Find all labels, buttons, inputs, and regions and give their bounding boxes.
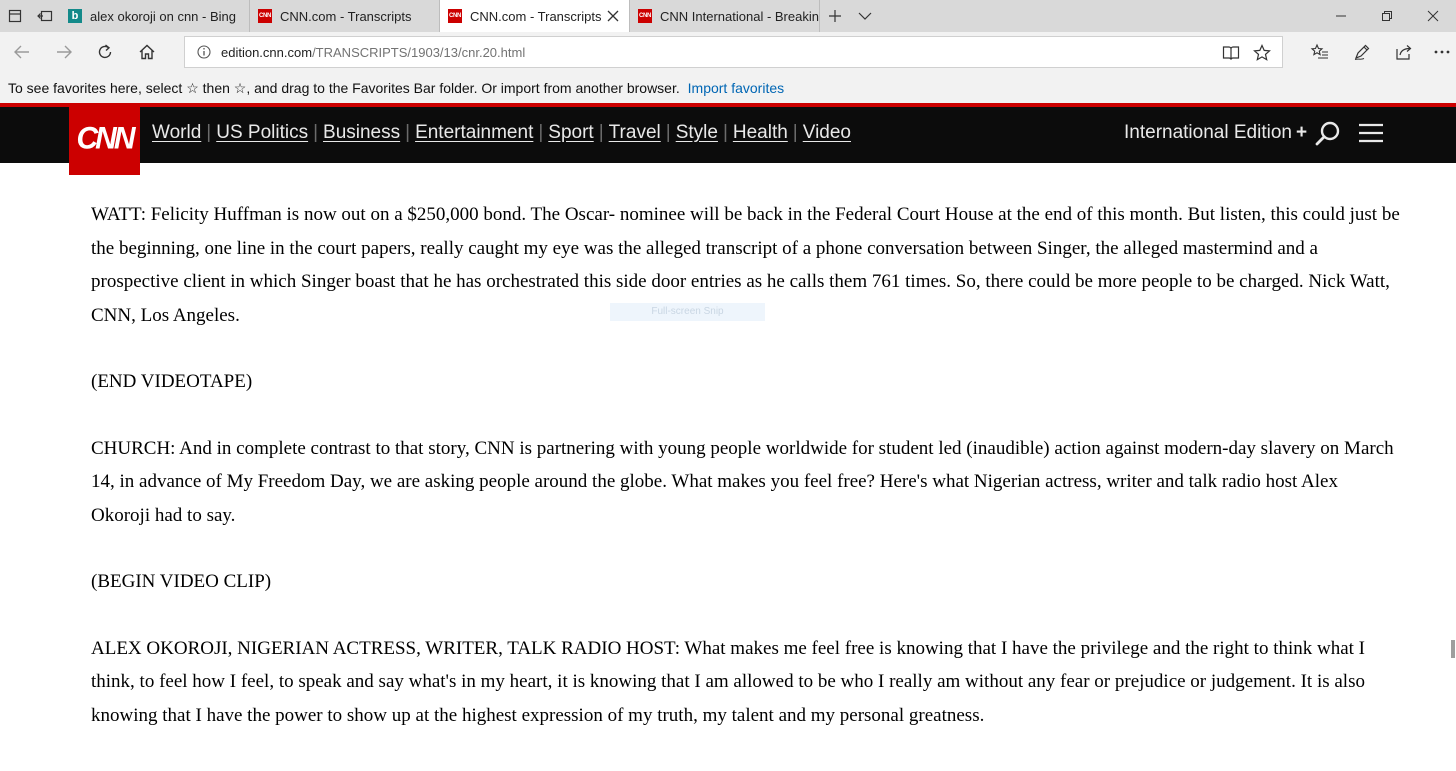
nav-separator: | bbox=[665, 122, 671, 143]
search-icon[interactable] bbox=[1314, 120, 1342, 148]
tab-cnn-transcripts[interactable]: CNN CNN.com - Transcripts bbox=[250, 0, 440, 32]
cnn-icon: CNN bbox=[258, 9, 272, 23]
snip-overlay-label: Full-screen Snip bbox=[610, 303, 765, 321]
nav-link-health[interactable]: Health bbox=[733, 122, 788, 144]
tab-title: CNN.com - Transcripts bbox=[470, 8, 602, 24]
nav-link-world[interactable]: World bbox=[152, 122, 201, 144]
cnn-logo-text: CNN bbox=[76, 121, 136, 156]
transcript-paragraph: ALEX OKOROJI, NIGERIAN ACTRESS, WRITER, … bbox=[91, 637, 1366, 726]
nav-link-video[interactable]: Video bbox=[803, 122, 851, 144]
tab-title: alex okoroji on cnn - Bing bbox=[90, 8, 236, 24]
nav-separator: | bbox=[313, 122, 319, 143]
nav-separator: | bbox=[598, 122, 604, 143]
reading-view-icon[interactable] bbox=[1220, 42, 1242, 64]
nav-separator: | bbox=[206, 122, 212, 143]
tab-title: CNN.com - Transcripts bbox=[280, 8, 412, 24]
scrollbar-thumb[interactable] bbox=[1451, 640, 1455, 658]
edition-label: International Edition bbox=[1124, 122, 1292, 143]
transcript-paragraph: (END VIDEOTAPE) bbox=[91, 371, 253, 392]
tab-actions-icon[interactable] bbox=[0, 0, 30, 32]
more-options-icon[interactable] bbox=[1430, 40, 1454, 64]
tab-strip: b alex okoroji on cnn - Bing CNN CNN.com… bbox=[0, 0, 1456, 32]
share-icon[interactable] bbox=[1392, 40, 1416, 64]
nav-link-style[interactable]: Style bbox=[676, 122, 718, 144]
favorites-hub-icon[interactable] bbox=[1308, 40, 1332, 64]
bing-icon: b bbox=[68, 9, 82, 23]
nav-separator: | bbox=[722, 122, 728, 143]
nav-separator: | bbox=[538, 122, 544, 143]
tab-bing-search[interactable]: b alex okoroji on cnn - Bing bbox=[60, 0, 250, 32]
set-tabs-aside-icon[interactable] bbox=[30, 0, 60, 32]
tab-cnn-transcripts-active[interactable]: CNN CNN.com - Transcripts bbox=[440, 0, 630, 32]
nav-link-travel[interactable]: Travel bbox=[609, 122, 661, 144]
nav-link-entertainment[interactable]: Entertainment bbox=[415, 122, 533, 144]
transcript-body: WATT: Felicity Huffman is now out on a $… bbox=[91, 198, 1401, 765]
import-favorites-link[interactable]: Import favorites bbox=[688, 80, 784, 96]
site-info-icon[interactable] bbox=[197, 45, 211, 59]
nav-separator: | bbox=[792, 122, 798, 143]
cnn-icon: CNN bbox=[638, 9, 652, 23]
address-bar[interactable]: edition.cnn.com/TRANSCRIPTS/1903/13/cnr.… bbox=[184, 36, 1283, 68]
refresh-icon[interactable] bbox=[93, 40, 117, 64]
forward-arrow-icon[interactable] bbox=[52, 40, 76, 64]
edition-selector[interactable]: International Edition + bbox=[1124, 122, 1307, 144]
close-window-icon[interactable] bbox=[1410, 0, 1456, 32]
nav-link-business[interactable]: Business bbox=[323, 122, 400, 144]
edition-plus: + bbox=[1295, 122, 1308, 143]
tab-cnn-international[interactable]: CNN CNN International - Breakin bbox=[630, 0, 820, 32]
url-text: edition.cnn.com/TRANSCRIPTS/1903/13/cnr.… bbox=[221, 45, 525, 60]
tab-preview-chevron-icon[interactable] bbox=[850, 0, 880, 32]
transcript-paragraph: (BEGIN VIDEO CLIP) bbox=[91, 571, 272, 592]
back-arrow-icon[interactable] bbox=[10, 40, 34, 64]
cnn-section-nav: World | US Politics | Business | Entertainm… bbox=[152, 122, 851, 144]
url-path: /TRANSCRIPTS/1903/13/cnr.20.html bbox=[312, 45, 526, 60]
favorites-hint-text: To see favorites here, select ☆ then ☆, … bbox=[8, 80, 680, 96]
new-tab-icon[interactable] bbox=[820, 0, 850, 32]
tab-title: CNN International - Breakin bbox=[660, 8, 819, 24]
cnn-logo[interactable]: CNN bbox=[69, 103, 140, 175]
url-domain: edition.cnn.com bbox=[221, 45, 313, 60]
cnn-icon: CNN bbox=[448, 9, 462, 23]
favorites-bar: To see favorites here, select ☆ then ☆, … bbox=[0, 72, 1456, 103]
favorite-star-icon[interactable] bbox=[1251, 42, 1273, 64]
nav-link-sport[interactable]: Sport bbox=[548, 122, 593, 144]
restore-icon[interactable] bbox=[1364, 0, 1410, 32]
transcript-paragraph: CHURCH: And in complete contrast to that… bbox=[91, 437, 1394, 526]
minimize-icon[interactable] bbox=[1318, 0, 1364, 32]
window-controls bbox=[1318, 0, 1456, 32]
navigation-bar: edition.cnn.com/TRANSCRIPTS/1903/13/cnr.… bbox=[0, 32, 1456, 72]
hamburger-menu-icon[interactable] bbox=[1358, 122, 1384, 144]
pen-icon[interactable] bbox=[1350, 40, 1374, 64]
home-icon[interactable] bbox=[135, 40, 159, 64]
nav-separator: | bbox=[405, 122, 411, 143]
nav-link-us-politics[interactable]: US Politics bbox=[216, 122, 308, 144]
close-tab-icon[interactable] bbox=[605, 8, 621, 24]
